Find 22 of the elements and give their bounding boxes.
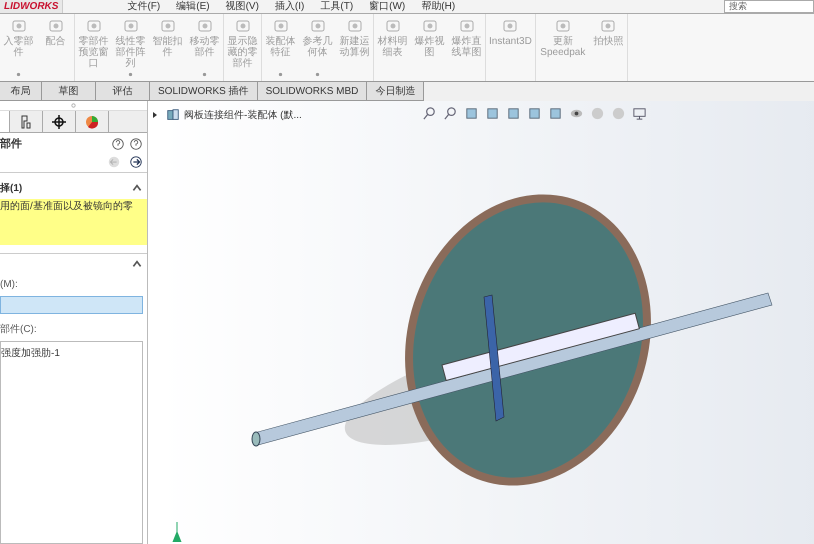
- app-logo: LIDWORKS: [0, 0, 64, 13]
- menu-item[interactable]: 帮助(H): [421, 2, 456, 12]
- menu-item[interactable]: 文件(F): [127, 2, 160, 12]
- list-item[interactable]: 强度加强肋-1: [1, 346, 142, 361]
- tab[interactable]: 评估: [96, 82, 150, 101]
- section-title: 择(1): [0, 182, 22, 196]
- tab[interactable]: SOLIDWORKS 插件: [150, 82, 258, 101]
- search-field[interactable]: 搜索: [724, 0, 814, 13]
- panel-title: 部件: [0, 136, 22, 152]
- menu-item[interactable]: 插入(I): [274, 2, 304, 12]
- menu-item[interactable]: 编辑(E): [176, 2, 210, 12]
- tab[interactable]: 今日制造: [367, 82, 424, 101]
- menu-item[interactable]: 视图(V): [226, 2, 259, 12]
- menu-item[interactable]: 工具(T): [320, 2, 354, 12]
- tab[interactable]: 布局: [0, 82, 42, 101]
- field-label: (M):: [0, 278, 19, 292]
- message-box: 用的面/基准面以及被镜向的零: [0, 199, 147, 245]
- tree-item[interactable]: 阀板连接组件-装配体 (默...: [184, 108, 302, 122]
- tab[interactable]: SOLIDWORKS MBD: [258, 82, 368, 101]
- menu-item[interactable]: 窗口(W): [369, 2, 406, 12]
- tab[interactable]: 草图: [42, 82, 96, 101]
- list-label: 部件(C):: [0, 322, 38, 337]
